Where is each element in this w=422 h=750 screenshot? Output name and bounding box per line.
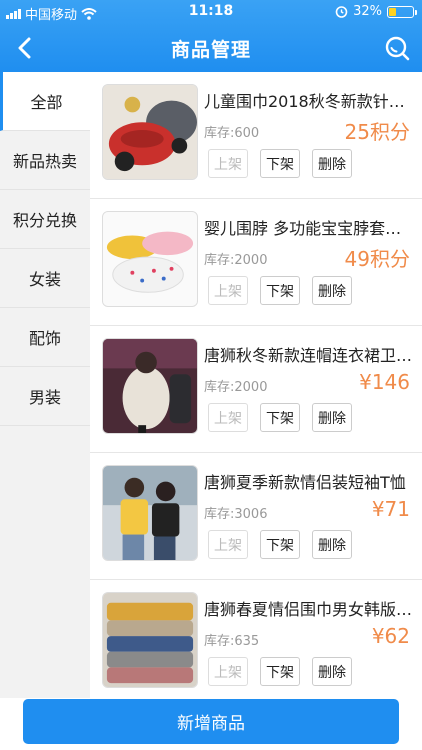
add-product-button[interactable]: 新增商品 <box>23 699 399 744</box>
category-label: 配饰 <box>28 329 61 348</box>
product-price: ¥62 <box>371 624 410 648</box>
product-name: 唐狮夏季新款情侣装短袖T恤 <box>204 473 406 492</box>
search-button[interactable] <box>382 33 412 63</box>
list-off-button[interactable]: 下架 <box>260 149 300 178</box>
list-off-button[interactable]: 下架 <box>260 276 300 305</box>
product-stock: 库存:635 <box>204 634 260 649</box>
product-name: 唐狮春夏情侣围巾男女韩版百搭 <box>204 600 414 619</box>
category-all[interactable]: 全部 <box>0 72 90 131</box>
list-on-button[interactable]: 上架 <box>208 530 248 559</box>
product-price: 25积分 <box>344 120 410 144</box>
delete-button[interactable]: 删除 <box>312 403 352 432</box>
delete-button[interactable]: 删除 <box>312 530 352 559</box>
nav-bar: 商品管理 <box>0 24 422 72</box>
product-item[interactable]: 婴儿围脖 多功能宝宝脖套围嘴 库存:2000 49积分 上架 下架 删除 <box>90 199 422 326</box>
product-price: ¥71 <box>371 497 410 521</box>
battery-percent: 32% <box>353 4 382 19</box>
product-list: 儿童围巾2018秋冬新款针织毛线围脖 库存:600 25积分 上架 下架 删除 … <box>90 72 422 698</box>
list-on-button[interactable]: 上架 <box>208 276 248 305</box>
category-accessories[interactable]: 配饰 <box>0 308 90 367</box>
category-label: 全部 <box>30 93 63 112</box>
delete-button[interactable]: 删除 <box>312 149 352 178</box>
bottom-bar: 新增商品 <box>0 698 422 750</box>
product-stock: 库存:2000 <box>204 380 268 395</box>
category-label: 积分兑换 <box>12 211 77 230</box>
product-item[interactable]: 唐狮夏季新款情侣装短袖T恤 库存:3006 ¥71 上架 下架 删除 <box>90 453 422 580</box>
product-image <box>102 84 198 180</box>
alarm-icon <box>335 6 348 18</box>
product-name: 婴儿围脖 多功能宝宝脖套围嘴 <box>204 219 414 238</box>
delete-button[interactable]: 删除 <box>312 276 352 305</box>
product-name: 唐狮秋冬新款连帽连衣裙卫衣女 <box>204 346 414 365</box>
list-off-button[interactable]: 下架 <box>260 530 300 559</box>
category-label: 男装 <box>28 388 61 407</box>
product-image <box>102 338 198 434</box>
list-off-button[interactable]: 下架 <box>260 403 300 432</box>
list-on-button[interactable]: 上架 <box>208 403 248 432</box>
category-womens[interactable]: 女装 <box>0 249 90 308</box>
product-stock: 库存:600 <box>204 126 260 141</box>
category-mens[interactable]: 男装 <box>0 367 90 426</box>
category-label: 女装 <box>28 270 61 289</box>
product-item[interactable]: 唐狮秋冬新款连帽连衣裙卫衣女 库存:2000 ¥146 上架 下架 删除 <box>90 326 422 453</box>
product-image <box>102 211 198 307</box>
product-stock: 库存:2000 <box>204 253 268 268</box>
list-off-button[interactable]: 下架 <box>260 657 300 686</box>
product-price: 49积分 <box>344 247 410 271</box>
delete-button[interactable]: 删除 <box>312 657 352 686</box>
product-stock: 库存:3006 <box>204 507 268 522</box>
list-on-button[interactable]: 上架 <box>208 149 248 178</box>
page-title: 商品管理 <box>170 39 251 61</box>
product-item[interactable]: 唐狮春夏情侣围巾男女韩版百搭 库存:635 ¥62 上架 下架 删除 <box>90 580 422 698</box>
product-image <box>102 592 198 688</box>
battery-icon <box>387 5 417 18</box>
header: 中国移动 11:18 32% 商品管理 <box>0 0 422 72</box>
category-label: 新品热卖 <box>12 152 77 171</box>
category-points-exchange[interactable]: 积分兑换 <box>0 190 90 249</box>
status-bar: 中国移动 11:18 32% <box>0 0 422 24</box>
product-price: ¥146 <box>359 370 410 394</box>
category-sidebar: 全部 新品热卖 积分兑换 女装 配饰 男装 <box>0 72 90 698</box>
product-image <box>102 465 198 561</box>
product-name: 儿童围巾2018秋冬新款针织毛线围脖 <box>204 92 414 111</box>
category-new-hot[interactable]: 新品热卖 <box>0 131 90 190</box>
search-icon <box>385 36 410 61</box>
list-on-button[interactable]: 上架 <box>208 657 248 686</box>
product-item[interactable]: 儿童围巾2018秋冬新款针织毛线围脖 库存:600 25积分 上架 下架 删除 <box>90 72 422 199</box>
